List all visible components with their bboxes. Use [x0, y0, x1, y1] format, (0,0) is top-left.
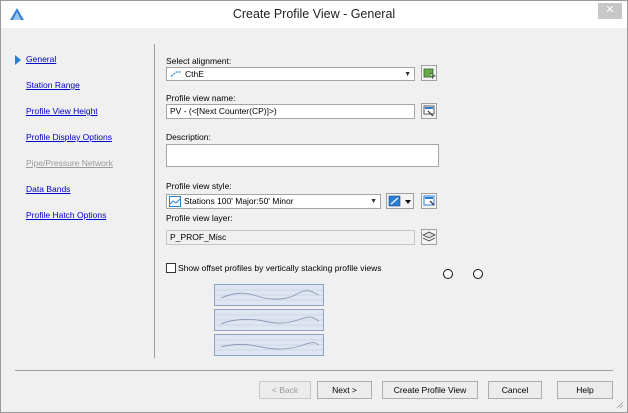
nav-item-profile-hatch-options[interactable]: Profile Hatch Options: [26, 210, 106, 220]
select-alignment-label: Select alignment:: [166, 56, 232, 66]
description-input[interactable]: [166, 144, 439, 167]
style-edit-split-button[interactable]: [386, 193, 414, 209]
title-bar: Create Profile View - General ✕: [1, 1, 627, 28]
nav-item-profile-view-height[interactable]: Profile View Height: [26, 106, 98, 116]
pick-style-from-drawing-button[interactable]: [421, 193, 437, 209]
stacking-option-radio-1[interactable]: [443, 269, 453, 279]
profile-view-layer-label: Profile view layer:: [166, 213, 233, 223]
profile-view-name-label: Profile view name:: [166, 93, 236, 103]
profile-graph-icon: [215, 314, 323, 326]
stacking-option-radio-2[interactable]: [473, 269, 483, 279]
edit-style-icon: [388, 195, 411, 207]
current-page-arrow-icon: [15, 55, 21, 65]
back-button: < Back: [259, 381, 311, 399]
select-alignment-from-drawing-button[interactable]: [421, 65, 437, 81]
select-layer-button[interactable]: [421, 229, 437, 245]
nav-divider: [154, 44, 155, 358]
nav-item-profile-display-options[interactable]: Profile Display Options: [26, 132, 112, 142]
profile-graph-icon: [215, 289, 323, 301]
profile-view-style-value: Stations 100' Major:50' Minor: [184, 196, 294, 206]
profile-view-name-input[interactable]: PV - (<[Next Counter(CP)]>): [166, 104, 415, 119]
profile-view-style-label: Profile view style:: [166, 181, 232, 191]
chevron-down-icon: ▼: [404, 71, 411, 78]
close-button[interactable]: ✕: [598, 3, 622, 19]
resize-grip-icon[interactable]: [616, 401, 624, 409]
pick-alignment-icon: [423, 68, 437, 80]
cancel-button[interactable]: Cancel: [488, 381, 542, 399]
stacked-profile-preview-top: [214, 284, 324, 306]
style-icon: [169, 196, 181, 207]
description-label: Description:: [166, 132, 211, 142]
alignment-select[interactable]: CthE ▼: [166, 67, 415, 81]
pick-style-icon: [423, 195, 435, 206]
create-profile-view-button[interactable]: Create Profile View: [382, 381, 478, 399]
profile-view-layer-field: P_PROF_Misc: [166, 230, 415, 245]
layer-icon: [422, 231, 436, 242]
alignment-value: CthE: [185, 69, 204, 79]
nav-item-station-range[interactable]: Station Range: [26, 80, 80, 90]
edit-name-template-button[interactable]: [421, 103, 437, 119]
footer-divider: [15, 370, 613, 371]
nav-item-data-bands[interactable]: Data Bands: [26, 184, 70, 194]
stacked-profile-preview-middle: [214, 309, 324, 331]
next-button[interactable]: Next >: [317, 381, 372, 399]
nav-item-general[interactable]: General: [26, 54, 56, 64]
dialog-title: Create Profile View - General: [232, 7, 396, 21]
create-profile-view-dialog: Create Profile View - General ✕ General …: [0, 0, 628, 413]
offset-profiles-label: Show offset profiles by vertically stack…: [178, 263, 382, 273]
profile-graph-icon: [215, 339, 323, 351]
help-button[interactable]: Help: [557, 381, 613, 399]
offset-profiles-checkbox[interactable]: [166, 263, 176, 273]
alignment-icon: [170, 71, 181, 77]
nav-item-pipe-pressure-network: Pipe/Pressure Network: [26, 158, 113, 168]
profile-view-style-select[interactable]: Stations 100' Major:50' Minor ▼: [166, 194, 381, 209]
chevron-down-icon: ▼: [370, 198, 377, 205]
stacked-profile-preview-bottom: [214, 334, 324, 356]
edit-name-icon: [423, 105, 435, 117]
